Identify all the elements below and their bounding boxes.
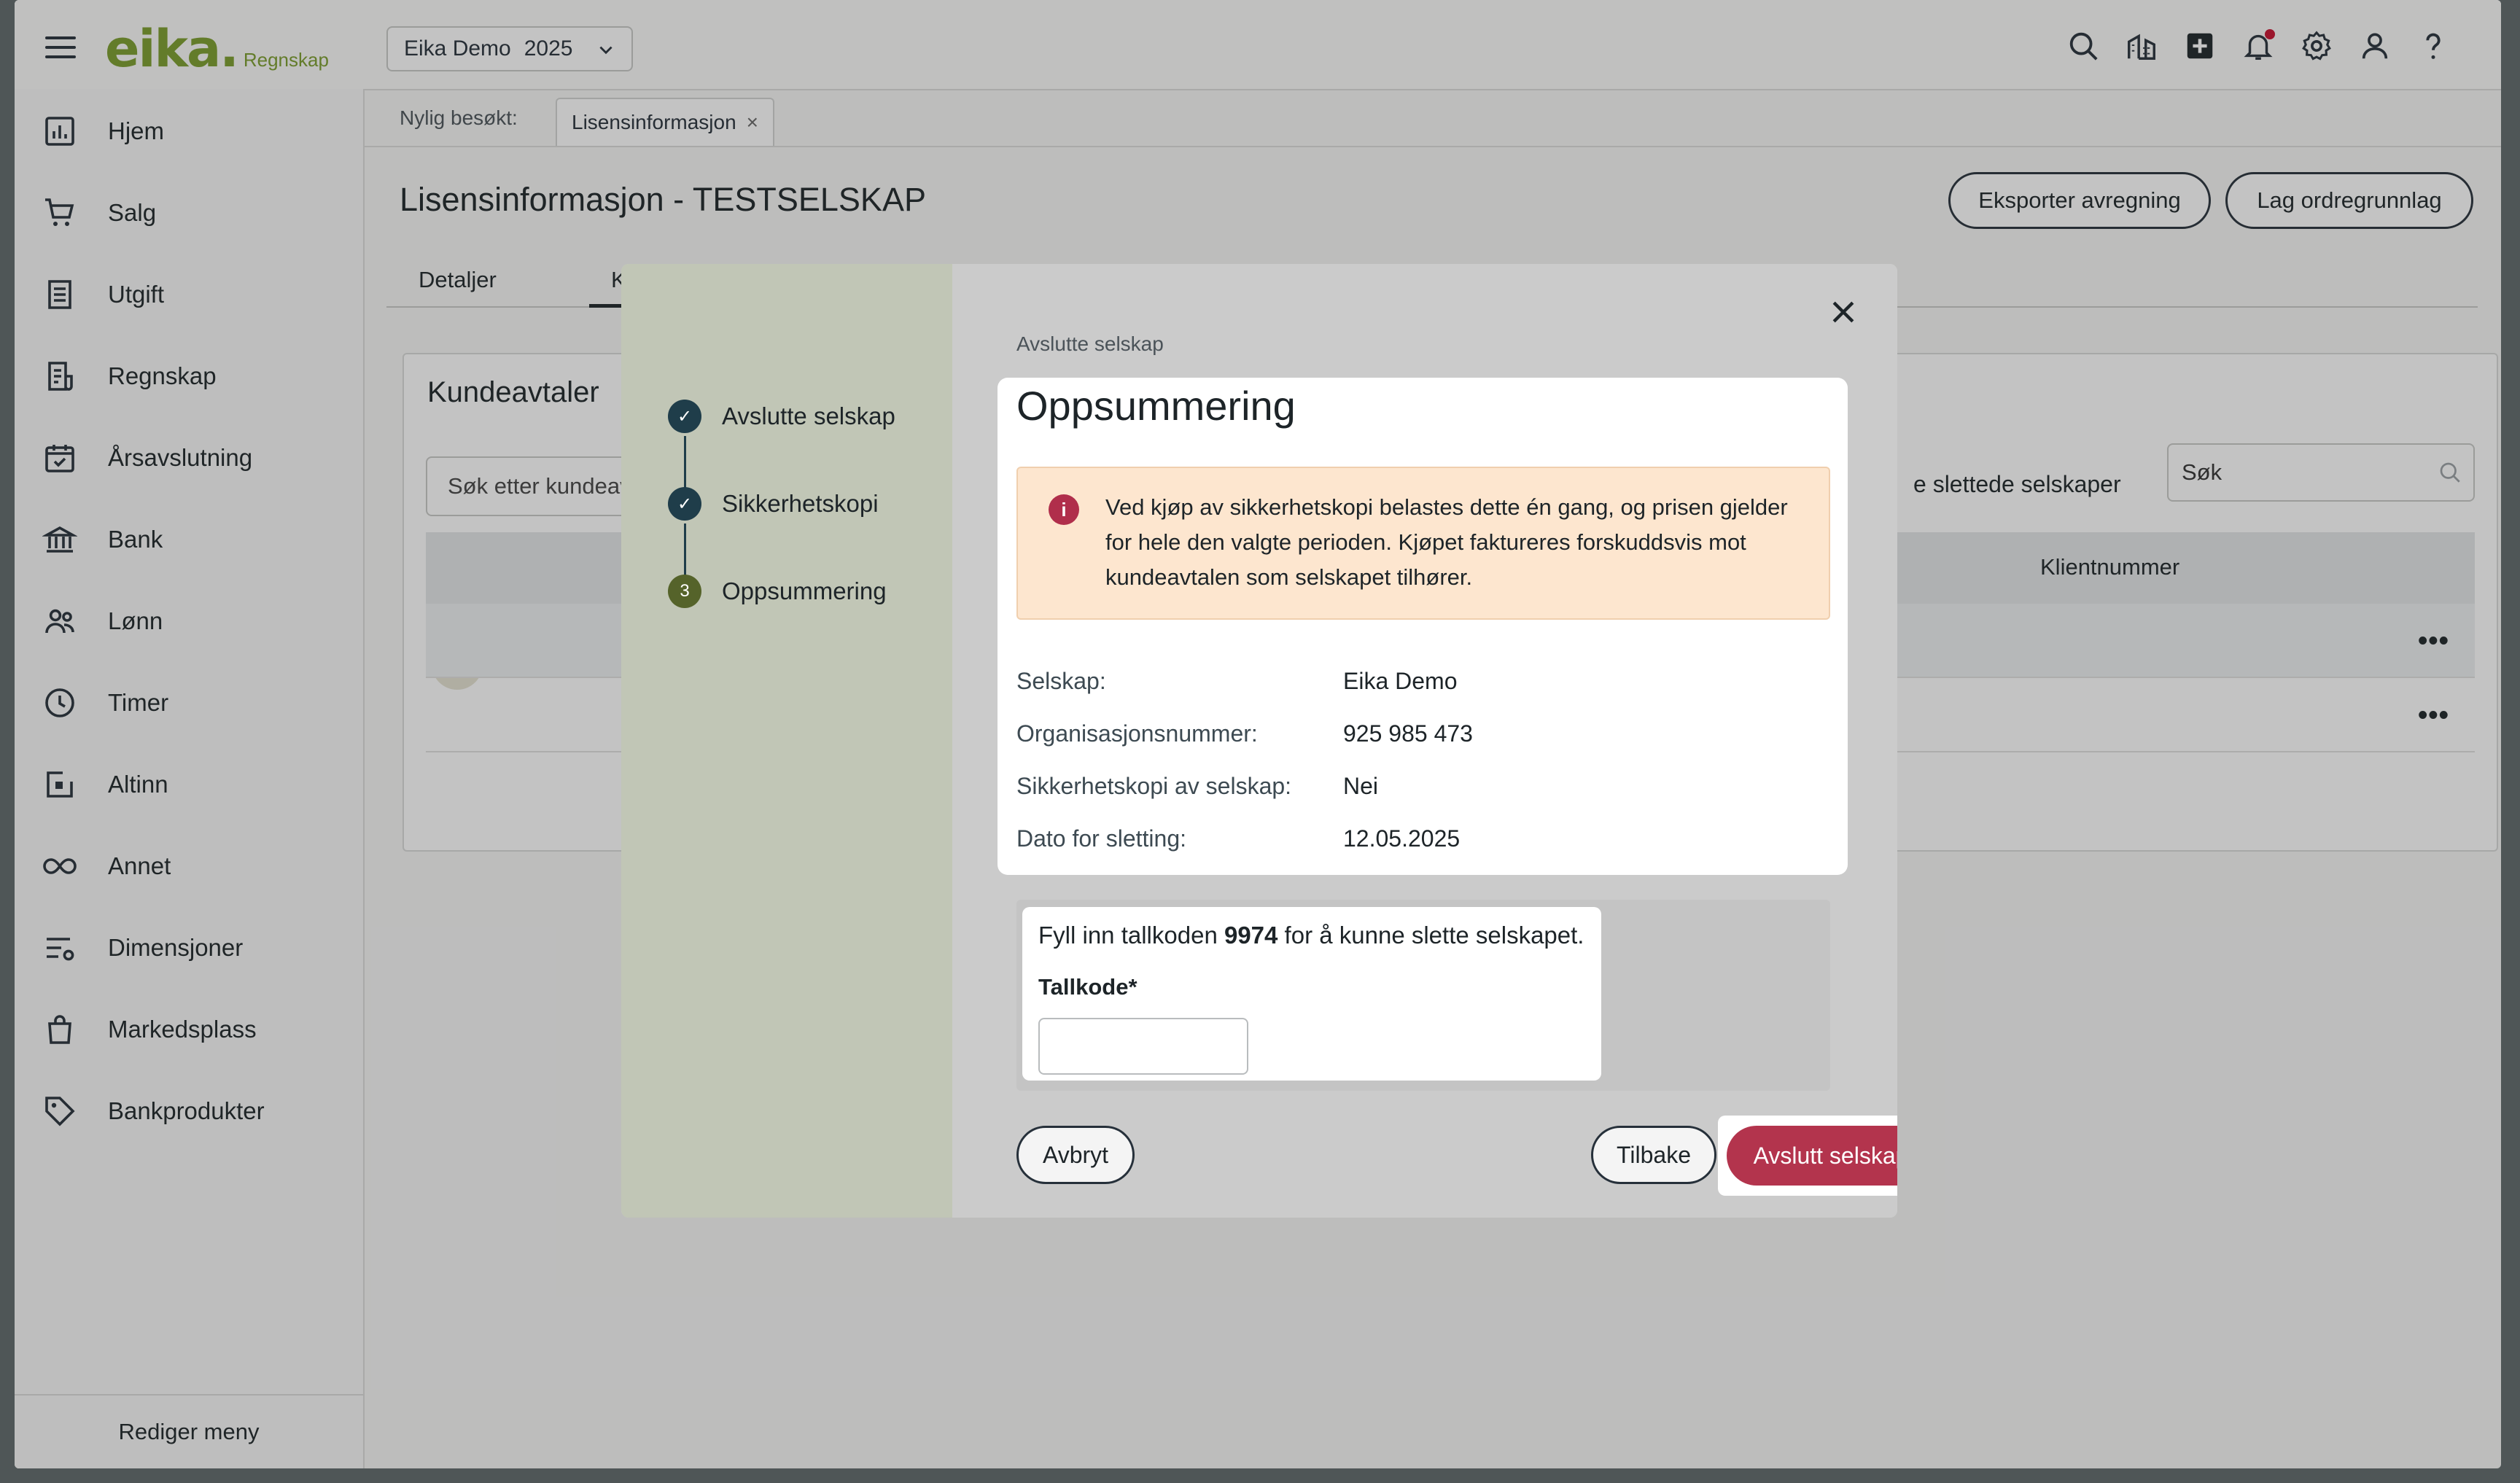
summary-heading: Oppsummering [1016,383,1296,429]
step-avslutte-selskap: ✓ Avslutte selskap [668,400,895,433]
field-label: Dato for sletting: [1016,825,1186,852]
info-icon: i [1049,494,1079,525]
step-oppsummering: 3 Oppsummering [668,575,887,608]
code-input[interactable] [1038,1018,1248,1075]
stepper: ✓ Avslutte selskap ✓ Sikkerhetskopi 3 Op… [621,264,952,1218]
confirm-highlight: Avslutt selskap [1718,1116,1897,1196]
dialog-content: Avslutte selskap Oppsummering i Ved kjøp… [952,264,1897,1218]
field-value: 12.05.2025 [1343,825,1461,852]
summary-panel: Oppsummering i Ved kjøp av sikkerhetskop… [998,378,1848,875]
code-label: Tallkode* [1038,974,1138,1000]
field-label: Selskap: [1016,668,1106,694]
code-section: Fyll inn tallkoden 9974 for å kunne slet… [1016,900,1830,1091]
dialog-breadcrumb: Avslutte selskap [1016,332,1164,355]
step-connector [684,523,686,576]
close-icon[interactable] [1827,296,1859,328]
field-value: Nei [1343,773,1379,799]
code-instruction-post: for å kunne slette selskapet. [1278,922,1584,949]
step-number: 3 [668,575,701,608]
cancel-button[interactable]: Avbryt [1016,1126,1135,1184]
code-instruction: Fyll inn tallkoden 9974 for å kunne slet… [1038,922,1584,949]
check-icon: ✓ [668,400,701,433]
step-label: Avslutte selskap [722,402,895,429]
close-company-dialog: ✓ Avslutte selskap ✓ Sikkerhetskopi 3 Op… [621,264,1897,1218]
app-window: eika. Regnskap Eika Demo 2025 Hjem Salg … [15,0,2501,1468]
field-value: 925 985 473 [1343,720,1473,747]
step-connector [684,436,686,489]
field-label: Sikkerhetskopi av selskap: [1016,773,1292,799]
step-label: Oppsummering [722,577,887,604]
step-label: Sikkerhetskopi [722,490,879,517]
back-button[interactable]: Tilbake [1591,1126,1716,1184]
step-sikkerhetskopi: ✓ Sikkerhetskopi [668,487,879,521]
field-value: Eika Demo [1343,668,1458,694]
code-box: Fyll inn tallkoden 9974 for å kunne slet… [1022,907,1601,1081]
field-label: Organisasjonsnummer: [1016,720,1258,747]
info-text: Ved kjøp av sikkerhetskopi belastes dett… [1105,494,1788,590]
info-alert: i Ved kjøp av sikkerhetskopi belastes de… [1016,467,1830,620]
check-icon: ✓ [668,487,701,521]
confirm-close-company-button[interactable]: Avslutt selskap [1727,1126,1897,1186]
code-value: 9974 [1224,922,1278,949]
code-instruction-pre: Fyll inn tallkoden [1038,922,1224,949]
